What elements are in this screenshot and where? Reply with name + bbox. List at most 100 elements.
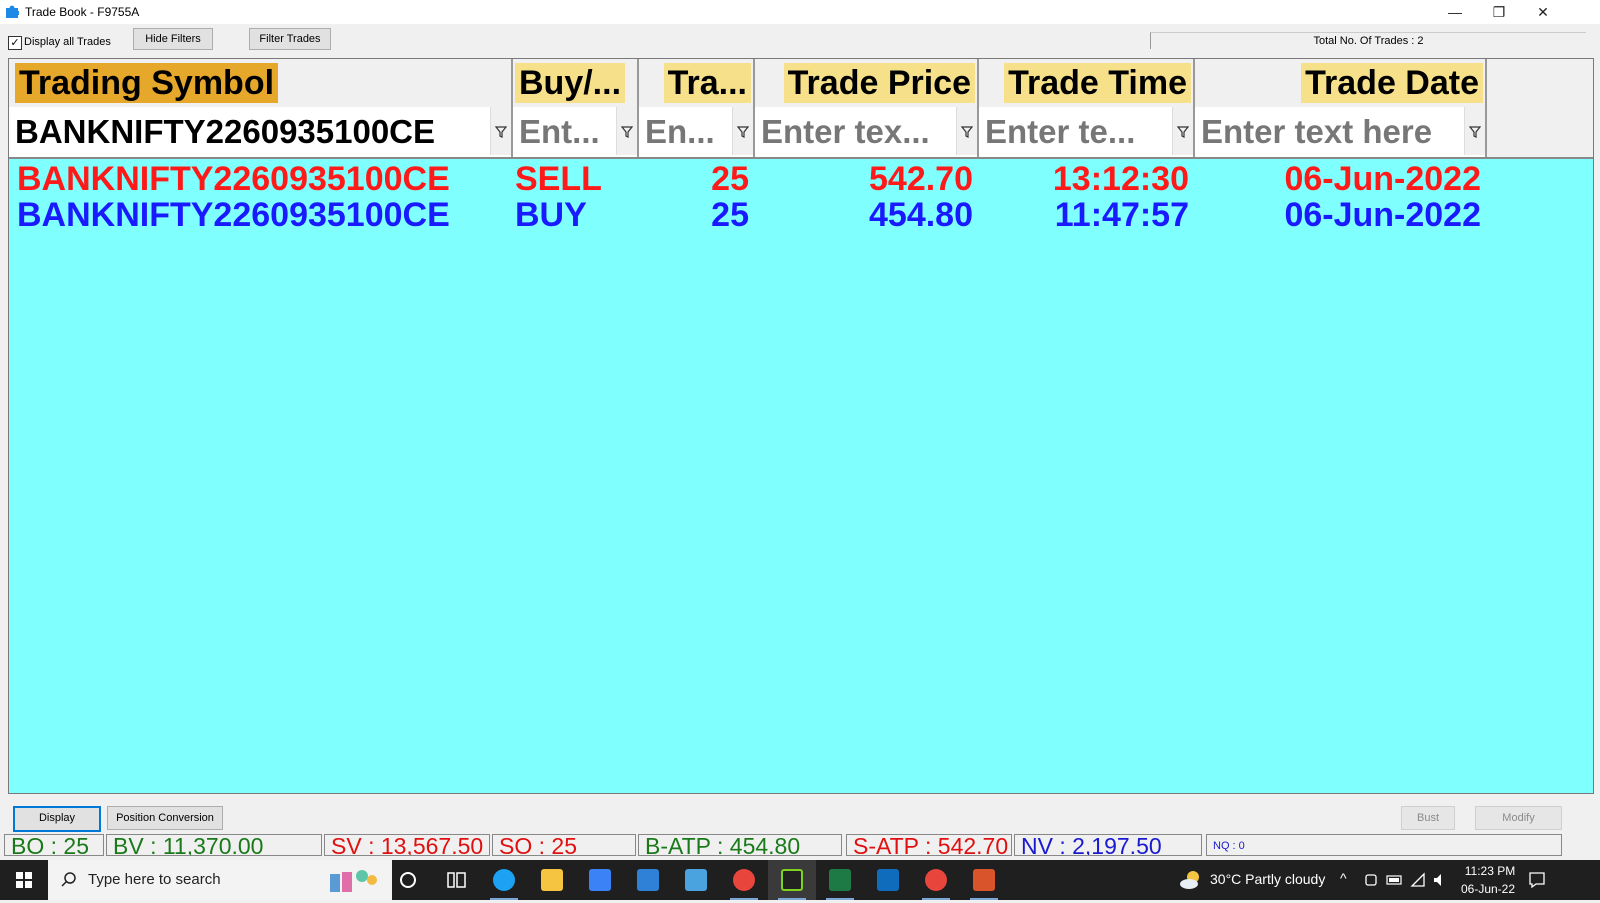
- table-row[interactable]: BANKNIFTY2260935100CE SELL 25 542.70 13:…: [9, 161, 1593, 197]
- clock-date[interactable]: 06-Jun-22: [1456, 882, 1520, 896]
- cell-trade-qty: 25: [711, 160, 749, 198]
- bottom-action-bar: Display Position Conversion Bust Modify: [0, 796, 1600, 836]
- buy-value-stat: BV : 11,370.00: [106, 834, 322, 856]
- start-button[interactable]: [0, 860, 48, 900]
- trading-app-icon: [781, 869, 803, 891]
- column-header-trade-time[interactable]: Trade Time: [979, 59, 1195, 107]
- filter-funnel-icon: [1469, 126, 1481, 138]
- column-label-trade-date: Trade Date: [1301, 63, 1483, 103]
- position-conversion-button[interactable]: Position Conversion: [107, 806, 223, 830]
- table-row[interactable]: BANKNIFTY2260935100CE BUY 25 454.80 11:4…: [9, 197, 1593, 233]
- filter-row: BANKNIFTY2260935100CE Ent... En... Enter…: [9, 107, 1593, 159]
- mail-icon: [637, 869, 659, 891]
- app-puzzle-icon: [6, 5, 19, 18]
- widgets-button[interactable]: [432, 860, 480, 900]
- modify-button[interactable]: Modify: [1475, 806, 1562, 830]
- wifi-icon[interactable]: [1410, 872, 1426, 888]
- taskbar-store[interactable]: [576, 860, 624, 900]
- filter-input-trading-symbol[interactable]: BANKNIFTY2260935100CE: [15, 111, 485, 153]
- column-header-trading-symbol[interactable]: Trading Symbol: [9, 59, 513, 107]
- cortana-circle-icon: [400, 872, 416, 888]
- filter-dropdown-buy-sell[interactable]: [616, 107, 637, 155]
- cell-trade-qty: 25: [711, 196, 749, 234]
- sell-value-stat: SV : 13,567.50: [324, 834, 490, 856]
- filter-funnel-icon: [621, 126, 633, 138]
- cell-trade-time: 13:12:30: [1052, 160, 1189, 198]
- filter-input-buy-sell[interactable]: Ent...: [519, 111, 615, 153]
- taskbar-chrome-profile[interactable]: [912, 860, 960, 900]
- chrome-icon: [925, 869, 947, 891]
- column-header-trade-qty[interactable]: Tra...: [639, 59, 755, 107]
- taskbar-mail[interactable]: [624, 860, 672, 900]
- cell-buy-sell: SELL: [515, 160, 602, 198]
- search-placeholder: Type here to search: [88, 871, 221, 888]
- show-hidden-icons-chevron-icon[interactable]: ^: [1340, 870, 1347, 886]
- filter-cell-trade-date[interactable]: Enter text here: [1195, 107, 1487, 157]
- task-view-icon: [447, 872, 466, 888]
- window-title: Trade Book - F9755A: [25, 5, 140, 19]
- column-label-buy-sell: Buy/...: [515, 63, 626, 103]
- trade-grid: Trading Symbol Buy/... Tra... Trade Pric…: [8, 58, 1594, 794]
- hide-filters-button[interactable]: Hide Filters: [133, 28, 213, 50]
- volume-icon[interactable]: [1432, 872, 1448, 888]
- total-trades-count: Total No. Of Trades : 2: [1150, 32, 1586, 49]
- filter-cell-trade-time[interactable]: Enter te...: [979, 107, 1195, 157]
- filter-funnel-icon: [737, 126, 749, 138]
- filter-cell-trade-price[interactable]: Enter tex...: [755, 107, 979, 157]
- filter-funnel-icon: [1177, 126, 1189, 138]
- column-header-buy-sell[interactable]: Buy/...: [513, 59, 639, 107]
- taskbar-search-box[interactable]: Type here to search: [48, 860, 392, 900]
- taskbar-chrome[interactable]: [720, 860, 768, 900]
- bust-button[interactable]: Bust: [1401, 806, 1455, 830]
- filter-cell-buy-sell[interactable]: Ent...: [513, 107, 639, 157]
- filter-input-trade-time[interactable]: Enter te...: [985, 111, 1171, 153]
- filter-input-trade-date[interactable]: Enter text here: [1201, 111, 1463, 153]
- remote-desktop-icon: [685, 869, 707, 891]
- windows-logo-icon: [16, 872, 32, 888]
- filter-input-trade-qty[interactable]: En...: [645, 111, 731, 153]
- filter-dropdown-trading-symbol[interactable]: [490, 107, 511, 155]
- filter-dropdown-trade-qty[interactable]: [732, 107, 753, 155]
- filter-trades-button[interactable]: Filter Trades: [249, 28, 331, 50]
- display-button[interactable]: Display: [13, 806, 101, 832]
- display-all-trades-checkbox[interactable]: ✓: [8, 36, 22, 50]
- filter-funnel-icon: [495, 126, 507, 138]
- meet-now-icon[interactable]: [1364, 872, 1378, 888]
- filter-cell-trade-qty[interactable]: En...: [639, 107, 755, 157]
- minimize-button[interactable]: —: [1432, 0, 1478, 24]
- windows-taskbar: Type here to search 30°C Partly cloudy ^…: [0, 860, 1600, 900]
- column-header-trade-date[interactable]: Trade Date: [1195, 59, 1487, 107]
- task-view-button[interactable]: [384, 860, 432, 900]
- filter-dropdown-trade-price[interactable]: [956, 107, 977, 155]
- filter-funnel-icon: [961, 126, 973, 138]
- cell-trade-date: 06-Jun-2022: [1284, 196, 1481, 234]
- summary-status-bar: BO : 25 BV : 11,370.00 SV : 13,567.50 SO…: [0, 834, 1600, 856]
- clock-time[interactable]: 11:23 PM: [1460, 864, 1520, 878]
- taskbar-trading-app[interactable]: [768, 860, 816, 900]
- column-label-trading-symbol: Trading Symbol: [15, 63, 279, 103]
- taskbar-remote-desktop[interactable]: [672, 860, 720, 900]
- restore-button[interactable]: ❐: [1476, 0, 1522, 24]
- column-label-trade-price: Trade Price: [783, 63, 975, 103]
- cell-trade-price: 542.70: [869, 160, 973, 198]
- close-button[interactable]: ✕: [1520, 0, 1566, 24]
- filter-dropdown-trade-date[interactable]: [1464, 107, 1485, 155]
- folder-icon: [541, 869, 563, 891]
- net-qty-stat: NQ : 0: [1206, 834, 1562, 856]
- taskbar-edge[interactable]: [480, 860, 528, 900]
- taskbar-outlook[interactable]: [864, 860, 912, 900]
- column-header-trade-price[interactable]: Trade Price: [755, 59, 979, 107]
- taskbar-file-explorer[interactable]: [528, 860, 576, 900]
- header-row: Trading Symbol Buy/... Tra... Trade Pric…: [9, 59, 1593, 108]
- cell-buy-sell: BUY: [515, 196, 587, 234]
- weather-text[interactable]: 30°C Partly cloudy: [1210, 871, 1325, 887]
- notification-center-icon[interactable]: [1528, 871, 1546, 889]
- chrome-icon: [733, 869, 755, 891]
- taskbar-office-app[interactable]: [960, 860, 1008, 900]
- filter-input-trade-price[interactable]: Enter tex...: [761, 111, 955, 153]
- filter-cell-trading-symbol[interactable]: BANKNIFTY2260935100CE: [9, 107, 513, 157]
- cell-trade-price: 454.80: [869, 196, 973, 234]
- battery-icon[interactable]: [1386, 874, 1404, 886]
- taskbar-excel[interactable]: [816, 860, 864, 900]
- filter-dropdown-trade-time[interactable]: [1172, 107, 1193, 155]
